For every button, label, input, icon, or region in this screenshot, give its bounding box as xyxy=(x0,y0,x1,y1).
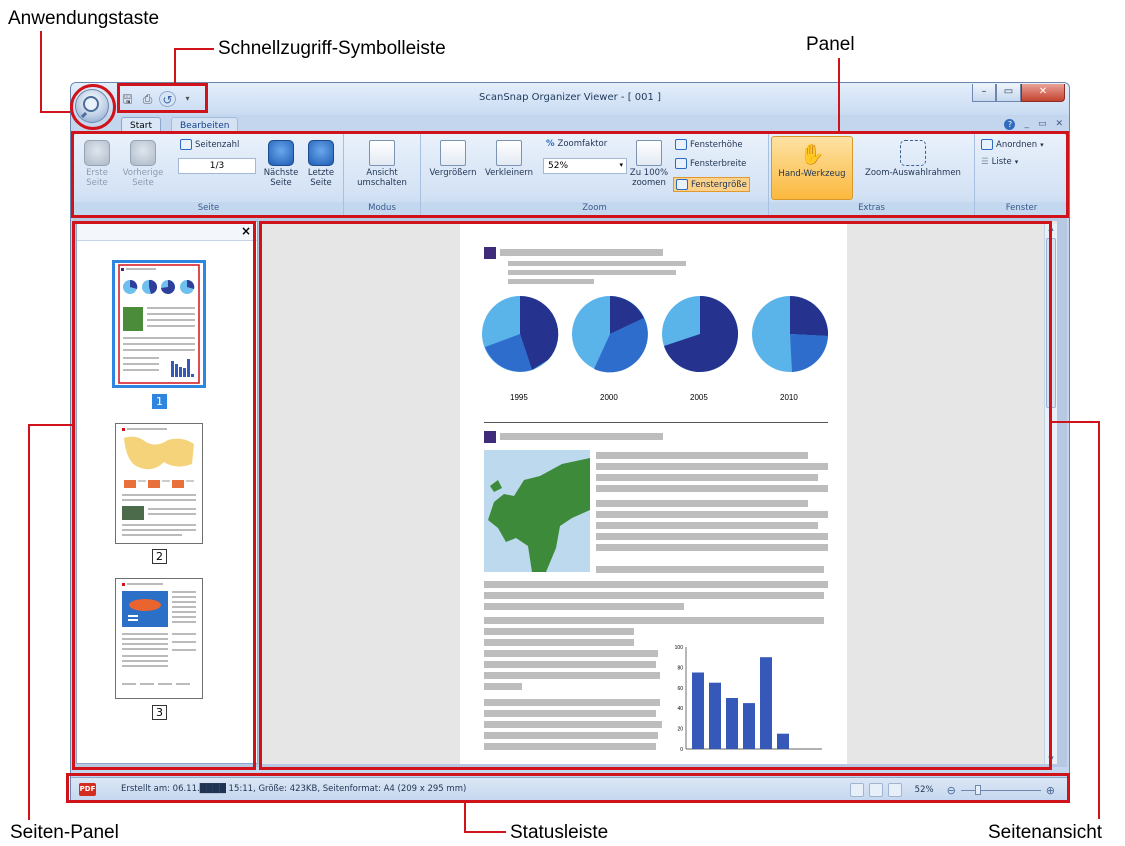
close-button[interactable]: ✕ xyxy=(1021,84,1065,102)
page-view-leader xyxy=(1098,421,1100,819)
app-button-leader xyxy=(40,31,42,111)
page-view-highlight xyxy=(259,221,1052,770)
doc-restore-icon[interactable]: ▭ xyxy=(1038,119,1047,130)
statusbar-highlight xyxy=(66,773,1070,803)
minimize-button[interactable]: – xyxy=(972,84,996,102)
help-icon[interactable]: ? xyxy=(1004,119,1016,130)
ribbon-window-controls: ? _ ▭ ✕ xyxy=(1004,119,1063,130)
side-panel-leader xyxy=(28,424,30,820)
qat-leader xyxy=(174,48,214,50)
side-panel-leader xyxy=(28,424,74,426)
magnifier-icon xyxy=(80,96,99,119)
title-bar: ScanSnap Organizer Viewer - [ 001 ] – ▭ … xyxy=(71,83,1069,115)
window-title: ScanSnap Organizer Viewer - [ 001 ] xyxy=(479,92,661,103)
callout-app-button: Anwendungstaste xyxy=(8,8,160,29)
panel-highlight xyxy=(71,131,1069,218)
doc-close-icon[interactable]: ✕ xyxy=(1055,119,1063,130)
side-panel-highlight xyxy=(72,221,256,770)
doc-minimize-icon[interactable]: _ xyxy=(1024,119,1029,130)
application-button[interactable] xyxy=(75,89,109,123)
statusbar-leader xyxy=(464,831,506,833)
callout-page-view: Seitenansicht xyxy=(988,822,1103,843)
page-view-leader xyxy=(1050,421,1100,423)
panel-leader xyxy=(838,58,840,132)
callout-statusbar: Statusleiste xyxy=(510,822,609,843)
qat-highlight xyxy=(117,83,208,113)
callout-side-panel: Seiten-Panel xyxy=(10,822,119,843)
qat-leader xyxy=(174,48,176,84)
app-button-leader xyxy=(40,111,70,113)
maximize-button[interactable]: ▭ xyxy=(996,84,1021,102)
statusbar-leader xyxy=(464,801,466,833)
callout-qat: Schnellzugriff-Symbolleiste xyxy=(218,38,446,59)
callout-panel: Panel xyxy=(806,34,855,55)
